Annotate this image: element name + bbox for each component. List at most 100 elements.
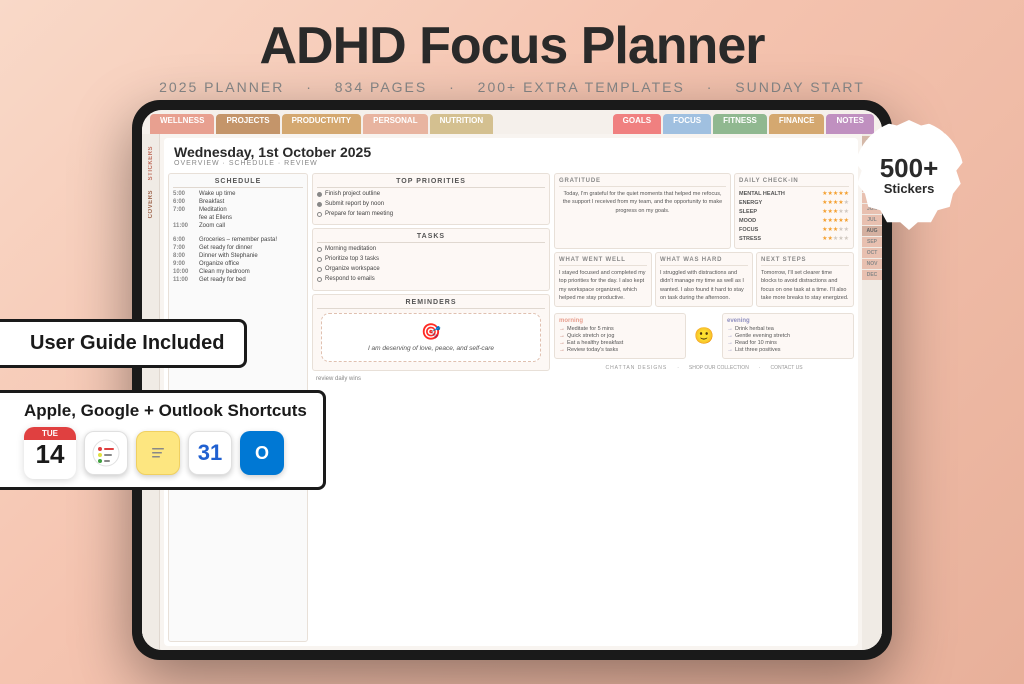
task-item: Respond to emails: [317, 276, 545, 284]
gratitude-box: GRATITUDE Today, I'm grateful for the qu…: [554, 173, 731, 249]
sticker-label: Stickers: [884, 181, 935, 196]
evening-item: → Drink herbal tea: [727, 326, 849, 332]
reflection-section: WHAT WENT WELL I stayed focused and comp…: [554, 252, 854, 307]
page-subtitle: 2025 PLANNER · 834 PAGES · 200+ EXTRA TE…: [0, 79, 1024, 95]
schedule-item: 8:00 Dinner with Stephanie: [173, 253, 303, 259]
google-calendar-icon[interactable]: 31: [188, 431, 232, 475]
gratitude-text: Today, I'm grateful for the quiet moment…: [559, 190, 726, 215]
task-dot: [317, 192, 322, 197]
schedule-item: 6:00 Breakfast: [173, 199, 303, 205]
schedule-item: 9:00 Organize office: [173, 261, 303, 267]
morning-item: → Quick stretch or jog: [559, 333, 681, 339]
sticker-count: 500+: [880, 155, 939, 181]
top-priorities-box: TOP PRIORITIES Finish project outline Su…: [312, 173, 550, 225]
page-title: ADHD Focus Planner: [0, 18, 1024, 75]
evening-label: evening: [727, 318, 849, 324]
schedule-item: 10:00 Clean my bedroom: [173, 269, 303, 275]
sticker-badge: 500+ Stickers: [854, 120, 964, 230]
top-right-section: GRATITUDE Today, I'm grateful for the qu…: [554, 173, 854, 249]
month-tab-nov[interactable]: NOV: [862, 259, 882, 269]
sep3: ·: [707, 79, 720, 95]
task-item: Organize workspace: [317, 266, 545, 274]
was-hard-header: WHAT WAS HARD: [660, 257, 748, 266]
priority-item: Prepare for team meeting: [317, 211, 545, 219]
task-dot: [317, 202, 322, 207]
user-guide-badge: User Guide Included: [0, 319, 247, 368]
notes-app-icon[interactable]: [136, 431, 180, 475]
morning-item: → Eat a healthy breakfast: [559, 340, 681, 346]
month-tab-oct[interactable]: OCT: [862, 248, 882, 258]
shortcuts-section: Apple, Google + Outlook Shortcuts TUE 14: [0, 390, 326, 490]
footer-shop: SHOP OUR COLLECTION: [689, 365, 749, 371]
reminders-app-icon[interactable]: [84, 431, 128, 475]
tab-focus[interactable]: FOCUS: [663, 114, 711, 134]
side-tab-stickers[interactable]: STICKERS: [146, 142, 156, 184]
subtitle-planner: 2025 PLANNER: [159, 79, 284, 95]
tasks-header: TASKS: [317, 233, 545, 243]
evening-item: → List three positives: [727, 347, 849, 353]
task-dot: [317, 277, 322, 282]
was-hard-text: I struggled with distractions and didn't…: [660, 269, 748, 302]
went-well-text: I stayed focused and completed my top pr…: [559, 269, 647, 302]
top-priorities-header: TOP PRIORITIES: [317, 178, 545, 188]
tab-wellness[interactable]: WELLNESS: [150, 114, 214, 134]
page-header: ADHD Focus Planner 2025 PLANNER · 834 PA…: [0, 0, 1024, 103]
went-well-box: WHAT WENT WELL I stayed focused and comp…: [554, 252, 652, 307]
checkin-row-stress: STRESS ★★★★★: [739, 235, 849, 242]
next-steps-header: NEXT STEPS: [761, 257, 849, 266]
date-title: Wednesday, 1st October 2025: [174, 144, 848, 160]
checkin-header: DAILY CHECK-IN: [739, 178, 849, 187]
reminders-header: REMINDERS: [317, 299, 545, 309]
month-tab-sep[interactable]: SEP: [862, 237, 882, 247]
affirmation-icon: 🎯: [330, 322, 532, 342]
tablet-device: WELLNESS PROJECTS PRODUCTIVITY PERSONAL …: [132, 100, 892, 660]
checkin-row-mental: MENTAL HEALTH ★★★★★: [739, 190, 849, 197]
planner-footer: CHATTAN DESIGNS · SHOP OUR COLLECTION · …: [554, 362, 854, 374]
side-tab-covers[interactable]: COVERS: [146, 186, 156, 222]
schedule-header: SCHEDULE: [173, 178, 303, 188]
user-guide-text: User Guide Included: [30, 332, 224, 355]
affirmation-box: 🎯 I am deserving of love, peace, and sel…: [321, 313, 541, 362]
schedule-item: 7:00 Get ready for dinner: [173, 245, 303, 251]
priority-item: Finish project outline: [317, 191, 545, 199]
was-hard-box: WHAT WAS HARD I struggled with distracti…: [655, 252, 753, 307]
review-item: review daily wins: [312, 374, 550, 384]
daily-checkin-box: DAILY CHECK-IN MENTAL HEALTH ★★★★★ ENERG…: [734, 173, 854, 249]
task-item: Morning meditation: [317, 246, 545, 254]
morning-item: → Meditate for 5 mins: [559, 326, 681, 332]
schedule-item: 11:00 Get ready for bed: [173, 277, 303, 283]
evening-box: evening → Drink herbal tea → Gentle even…: [722, 313, 854, 359]
shortcuts-icons: TUE 14 31: [24, 427, 307, 479]
tab-personal[interactable]: PERSONAL: [363, 114, 427, 134]
date-header: Wednesday, 1st October 2025 OVERVIEW · S…: [164, 138, 858, 169]
subtitle-pages: 834 PAGES: [335, 79, 427, 95]
tab-projects[interactable]: PROJECTS: [216, 114, 279, 134]
evening-item: → Read for 10 mins: [727, 340, 849, 346]
schedule-item: 11:00 Zoom call: [173, 223, 303, 229]
morning-item: → Review today's tasks: [559, 347, 681, 353]
subtitle-start: SUNDAY START: [735, 79, 865, 95]
priority-item: Submit report by noon: [317, 201, 545, 209]
tab-fitness[interactable]: FITNESS: [713, 114, 767, 134]
reminders-box: REMINDERS 🎯 I am deserving of love, peac…: [312, 294, 550, 371]
schedule-item: 6:00 Groceries – remember pasta!: [173, 237, 303, 243]
month-tab-dec[interactable]: DEC: [862, 270, 882, 280]
morning-box: morning → Meditate for 5 mins → Quick st…: [554, 313, 686, 359]
checkin-row-sleep: SLEEP ★★★★★: [739, 208, 849, 215]
tasks-box: TASKS Morning meditation Prioritize top …: [312, 228, 550, 290]
next-steps-text: Tomorrow, I'll set clearer time blocks t…: [761, 269, 849, 302]
task-dot: [317, 267, 322, 272]
checkin-row-energy: ENERGY ★★★★★: [739, 199, 849, 206]
middle-column: TOP PRIORITIES Finish project outline Su…: [312, 173, 550, 642]
date-nav: OVERVIEW · SCHEDULE · REVIEW: [174, 160, 848, 167]
schedule-item: 7:00 Meditation: [173, 207, 303, 213]
schedule-item: 5:00 Wake up time: [173, 191, 303, 197]
tab-finance[interactable]: FINANCE: [769, 114, 825, 134]
tab-goals[interactable]: GOALS: [613, 114, 661, 134]
next-steps-box: NEXT STEPS Tomorrow, I'll set clearer ti…: [756, 252, 854, 307]
outlook-icon[interactable]: O: [240, 431, 284, 475]
tab-nutrition[interactable]: NUTRITION: [430, 114, 494, 134]
tab-productivity[interactable]: PRODUCTIVITY: [282, 114, 362, 134]
tablet-screen: WELLNESS PROJECTS PRODUCTIVITY PERSONAL …: [142, 110, 882, 650]
right-panel: GRATITUDE Today, I'm grateful for the qu…: [554, 173, 854, 642]
